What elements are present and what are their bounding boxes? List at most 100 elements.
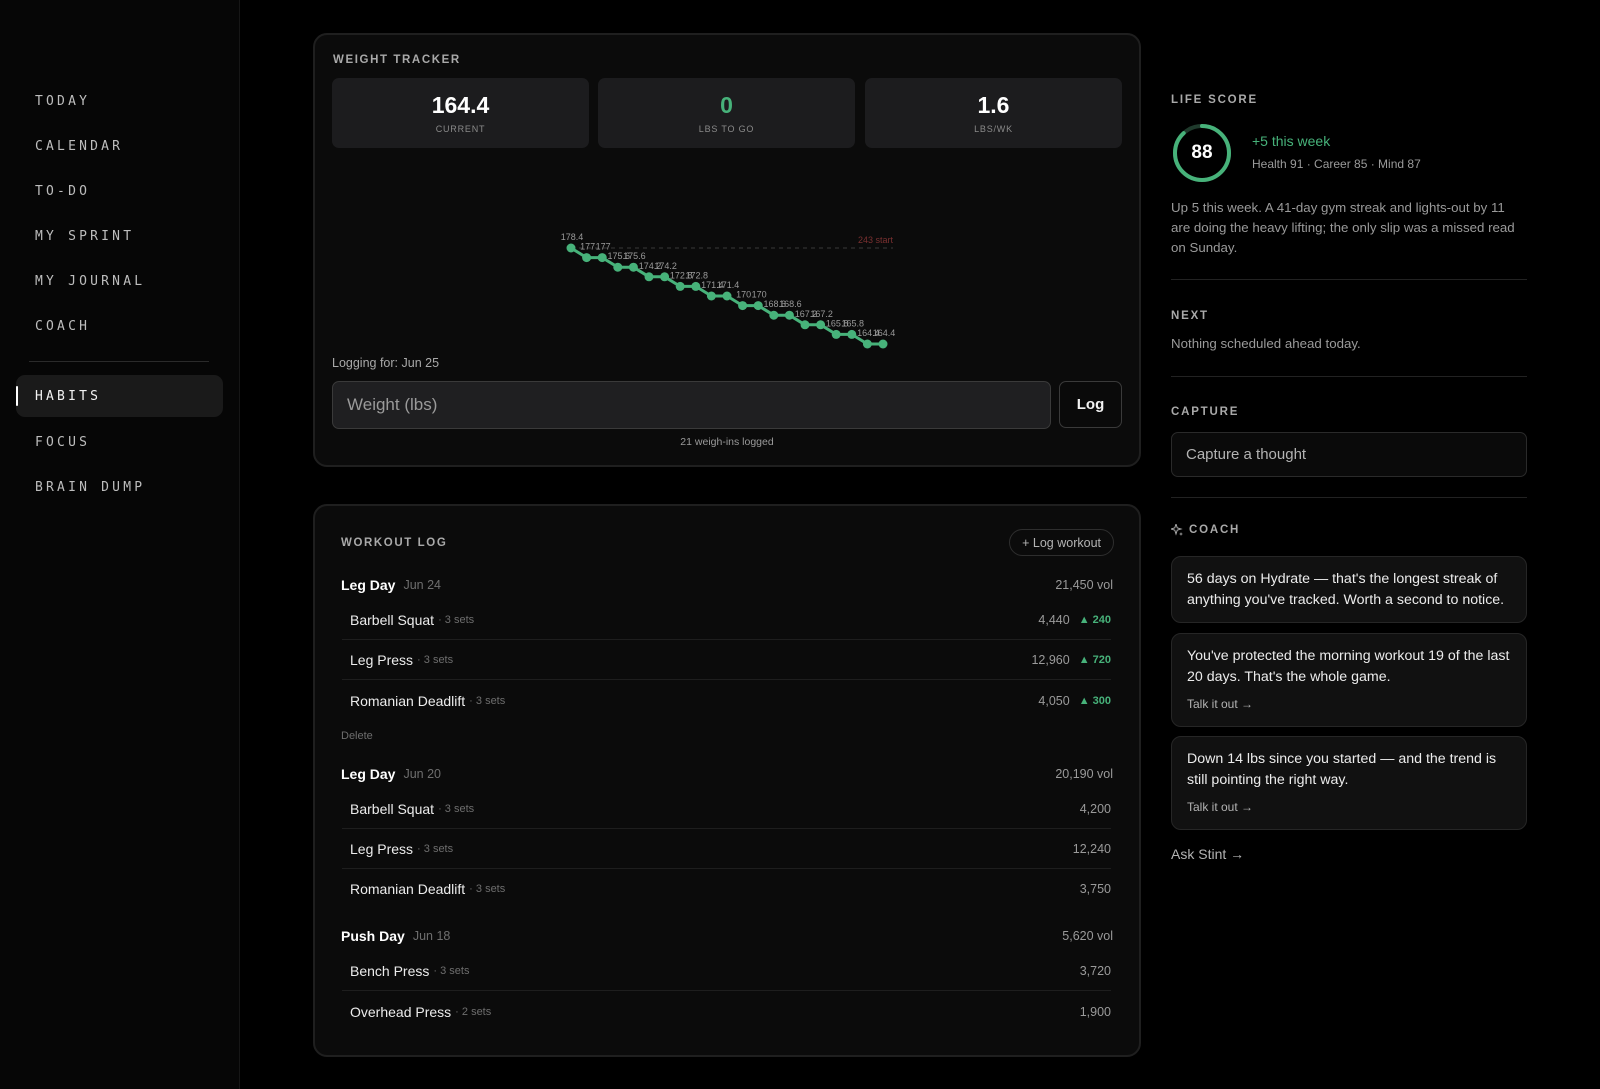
workout-volume: 5,620 vol — [1062, 929, 1113, 943]
exercise-sets: · 3 sets — [469, 695, 506, 707]
exercise-volume: 1,900 — [1079, 1005, 1111, 1019]
chart-data-point — [706, 291, 716, 301]
chart-data-point — [816, 320, 826, 330]
chart-data-label: 177 — [596, 242, 611, 252]
nav-item-focus[interactable]: FOCUS — [16, 421, 223, 463]
exercise-name: Barbell Squat — [350, 611, 435, 628]
exercise-row: Leg Press · 3 sets 12,960 ▲ 720 — [342, 640, 1111, 680]
weight-chart: 243 start178.4177 177175.6175.6174.2174.2… — [561, 232, 896, 349]
nav-item-today[interactable]: TODAY — [16, 80, 223, 122]
stat-lbs-to-go-value: 0 — [720, 92, 733, 118]
next-label: NEXT — [1171, 310, 1209, 322]
chart-data-point — [862, 339, 872, 349]
exercise-delta: ▲ 240 — [1078, 613, 1111, 626]
exercise-sets: · 3 sets — [469, 883, 506, 895]
stat-lbs-per-week: 1.6 LBS/WK — [865, 78, 1122, 148]
chart-data-label: 168.6 — [779, 299, 802, 309]
workout-session-header[interactable]: Leg Day Jun 20 20,190 vol — [341, 764, 1113, 784]
coach-label: COACH — [1189, 524, 1241, 536]
delete-workout-link[interactable]: Delete — [341, 730, 373, 742]
exercise-volume: 12,240 — [1072, 841, 1111, 856]
workout-log-title: WORKOUT LOG — [341, 537, 448, 549]
weight-input[interactable] — [332, 381, 1051, 429]
chart-data-point — [800, 320, 810, 330]
workout-name: Push Day — [341, 928, 405, 944]
log-weight-button[interactable]: Log — [1059, 381, 1122, 428]
chart-data-point — [769, 310, 779, 320]
exercise-name: Leg Press — [350, 840, 414, 857]
nav-item-todo[interactable]: TO-DO — [16, 170, 223, 212]
stat-lbs-per-week-label: LBS/WK — [974, 124, 1013, 134]
exercise-delta: ▲ 300 — [1078, 695, 1111, 707]
exercise-sets: · 2 sets — [455, 1006, 492, 1018]
talk-it-out-link[interactable]: Talk it out → — [1187, 697, 1253, 711]
exercise-row: Overhead Press · 2 sets 1,900 — [342, 992, 1111, 1032]
exercise-sets: · 3 sets — [417, 653, 454, 666]
talk-it-out-link[interactable]: Talk it out → — [1187, 800, 1253, 814]
capture-label: CAPTURE — [1171, 406, 1240, 418]
exercise-name: Leg Press — [350, 651, 414, 668]
capture-input[interactable] — [1171, 432, 1527, 477]
nav-item-calendar[interactable]: CALENDAR — [16, 125, 223, 167]
exercise-volume: 4,200 — [1079, 801, 1111, 816]
nav-item-brain-dump[interactable]: BRAIN DUMP — [16, 466, 223, 508]
chart-data-point — [597, 253, 607, 263]
stat-lbs-per-week-value: 1.6 — [977, 92, 1010, 118]
chart-data-point — [831, 329, 841, 339]
stat-lbs-to-go-label: LBS TO GO — [698, 124, 755, 134]
exercise-sets: · 3 sets — [417, 842, 454, 855]
weight-tracker-title: WEIGHT TRACKER — [333, 54, 461, 66]
chart-data-point — [784, 310, 794, 320]
nav-item-coach[interactable]: COACH — [16, 305, 223, 347]
chart-data-label: 171.4 — [717, 280, 740, 290]
exercise-row: Barbell Squat · 3 sets 4,200 — [342, 789, 1111, 829]
chart-data-label: 178.4 — [561, 232, 584, 242]
nav-divider — [29, 361, 209, 362]
exercise-row: Barbell Squat · 3 sets 4,440 ▲ 240 — [342, 600, 1111, 640]
sparkle-icon — [1171, 524, 1183, 536]
chart-data-label: 174.2 — [654, 261, 677, 271]
workout-date: Jun 18 — [412, 929, 451, 943]
exercise-sets: · 3 sets — [438, 802, 475, 815]
logging-for-label: Logging for: Jun 25 — [332, 356, 440, 370]
sidebar: TODAY CALENDAR TO-DO MY SPRINT MY JOURNA… — [0, 0, 240, 1089]
chart-data-label: 172.8 — [686, 270, 709, 280]
coach-card: Down 14 lbs since you started — and the … — [1171, 736, 1527, 830]
nav-item-my-journal[interactable]: MY JOURNAL — [16, 260, 223, 302]
chart-data-label: 167.2 — [810, 309, 833, 319]
workout-date: Jun 20 — [403, 767, 441, 781]
exercise-name: Overhead Press — [350, 1004, 452, 1020]
stat-current-value: 164.4 — [431, 92, 490, 118]
chart-data-point — [675, 281, 685, 291]
workout-name: Leg Day — [341, 766, 396, 782]
chart-data-point — [613, 262, 623, 272]
ask-stint-link[interactable]: Ask Stint → — [1171, 846, 1244, 862]
exercise-name: Bench Press — [350, 962, 430, 979]
chart-data-point — [722, 291, 732, 301]
stat-current-label: CURRENT — [435, 124, 486, 134]
life-score-summary: Up 5 this week. A 41-day gym streak and … — [1171, 200, 1515, 255]
coach-card-text: Down 14 lbs since you started — and the … — [1187, 751, 1497, 788]
chart-data-point — [582, 253, 592, 263]
chart-data-point — [628, 262, 638, 272]
exercise-sets: · 3 sets — [438, 613, 475, 626]
workout-session-header[interactable]: Leg Day Jun 24 21,450 vol — [341, 575, 1113, 595]
chart-data-label: 164.4 — [873, 328, 896, 338]
chart-data-label: 175.6 — [623, 251, 646, 261]
workout-session-header[interactable]: Push Day Jun 18 5,620 vol — [341, 926, 1113, 946]
divider — [1171, 497, 1527, 498]
next-text: Nothing scheduled ahead today. — [1171, 336, 1361, 351]
divider — [1171, 376, 1527, 377]
coach-header: COACH — [1171, 524, 1240, 536]
workout-volume: 20,190 vol — [1055, 767, 1113, 781]
chart-data-point — [660, 272, 670, 282]
log-workout-button[interactable]: + Log workout — [1009, 529, 1114, 556]
life-score-value: 88 — [1191, 142, 1213, 163]
exercise-delta: ▲ 720 — [1078, 653, 1111, 666]
nav-item-habits[interactable]: HABITS — [16, 375, 223, 417]
chart-data-label: 177 — [580, 242, 595, 252]
stat-lbs-to-go: 0 LBS TO GO — [598, 78, 855, 148]
exercise-sets: · 3 sets — [433, 964, 470, 977]
coach-card-text: You've protected the morning workout 19 … — [1187, 648, 1510, 685]
nav-item-my-sprint[interactable]: MY SPRINT — [16, 215, 223, 257]
